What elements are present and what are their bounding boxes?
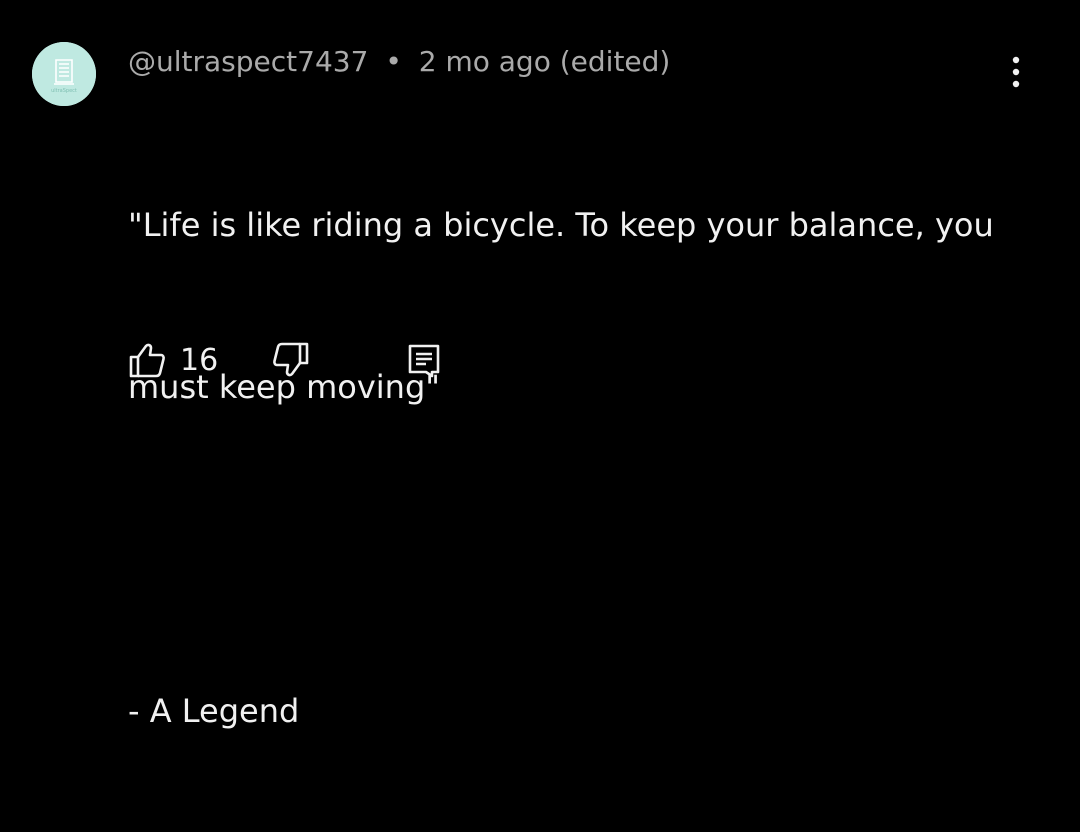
more-options-button[interactable] — [996, 50, 1036, 94]
dislike-button[interactable] — [272, 338, 310, 382]
author-name[interactable]: @ultraspect7437 — [128, 45, 368, 78]
avatar-logo-icon: ultraSpect — [32, 42, 96, 106]
reply-button[interactable] — [406, 338, 442, 382]
comment-card: ultraSpect @ultraspect7437 • 2 mo ago (e… — [0, 0, 1080, 730]
meta-separator: • — [385, 45, 402, 78]
comment-line: - A Legend — [128, 692, 300, 730]
like-count: 16 — [180, 342, 219, 378]
comment-line-blank — [128, 522, 1008, 576]
comment-body: "Life is like riding a bicycle. To keep … — [128, 90, 1008, 832]
comment-time: 2 mo ago — [418, 45, 551, 78]
avatar-label: ultraSpect — [51, 88, 77, 94]
comment-line: "Life is like riding a bicycle. To keep … — [128, 206, 994, 244]
comment-meta: @ultraspect7437 • 2 mo ago (edited) — [128, 42, 670, 82]
thumbs-up-icon — [129, 343, 165, 378]
more-vertical-icon — [1012, 56, 1020, 88]
like-button[interactable]: 16 — [128, 338, 218, 382]
avatar[interactable]: ultraSpect — [32, 42, 96, 106]
thumbs-down-icon — [273, 342, 309, 377]
comment-reply-icon — [408, 344, 440, 378]
edited-label: (edited) — [559, 45, 671, 78]
comment-actions: 16 — [128, 338, 568, 382]
